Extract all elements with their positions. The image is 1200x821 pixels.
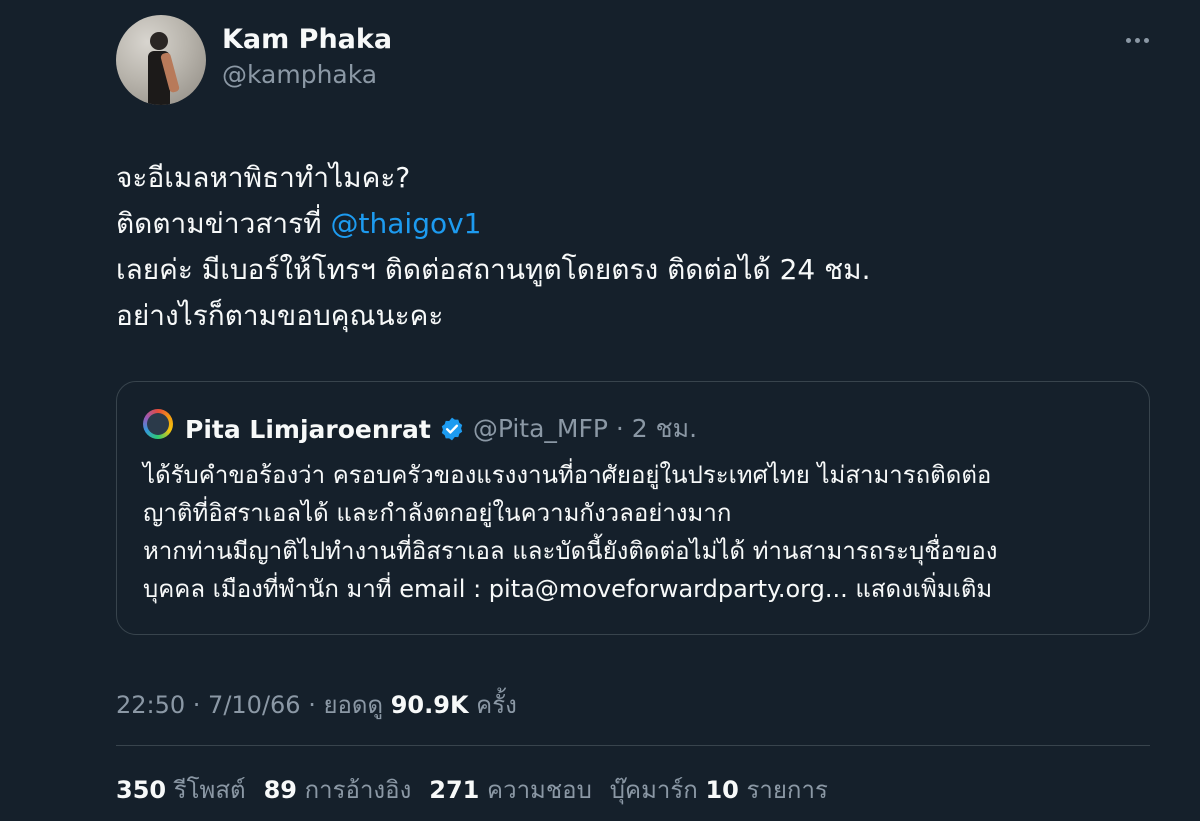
likes-stat[interactable]: 271 ความชอบ [429,770,592,809]
tweet-line: จะอีเมลหาพิธาทำไมคะ? [116,161,411,194]
quotes-stat[interactable]: 89 การอ้างอิง [264,770,412,809]
tweet-line: ติดตามข่าวสารที่ @thaigov1 [116,201,1136,247]
tweet-line: เลยค่ะ มีเบอร์ให้โทรฯ ติดต่อสถานทูตโดยตร… [116,253,871,286]
likes-label: ความชอบ [487,776,592,804]
reposts-label: รีโพสต์ [173,776,246,804]
quotes-label: การอ้างอิง [304,776,412,804]
quoted-tweet-meta: @Pita_MFP · 2 ชม. [472,414,698,443]
quoted-tweet-line: บุคคล เมืองที่พำนัก มาที่ email : pita@m… [143,575,993,603]
quoted-tweet-header: Pita Limjaroenrat @Pita_MFP · 2 ชม. [185,409,697,449]
author-name[interactable]: Kam Phaka [222,24,392,55]
quoted-tweet-line: ได้รับคำขอร้องว่า ครอบครัวของแรงงานที่อา… [143,461,992,489]
tweet-line-text: ติดตามข่าวสารที่ [116,207,331,240]
author-handle[interactable]: @kamphaka [222,60,377,89]
quoted-tweet-card[interactable]: Pita Limjaroenrat @Pita_MFP · 2 ชม. ได้ร… [116,381,1150,635]
quoted-tweet-line: ญาติที่อิสราเอลได้ และกำลังตกอยู่ในความก… [143,499,732,527]
view-count-suffix: ครั้ง [468,691,517,719]
bookmarks-suffix: รายการ [746,776,828,804]
avatar-figure [148,32,180,105]
mention-link[interactable]: @thaigov1 [331,207,482,240]
quoted-tweet-body: ได้รับคำขอร้องว่า ครอบครัวของแรงงานที่อา… [143,456,1133,608]
quoted-tweet-line: หากท่านมีญาติไปทำงานที่อิสราเอล และบัดนี… [143,537,998,565]
engagement-stats: 350 รีโพสต์ 89 การอ้างอิง 271 ความชอบ บุ… [116,770,828,809]
bookmarks-label: บุ๊คมาร์ก [609,776,698,804]
verified-badge-icon [441,417,463,441]
reposts-count: 350 [116,776,167,804]
bookmarks-stat[interactable]: บุ๊คมาร์ก 10 รายการ [610,770,828,809]
quotes-count: 89 [263,776,297,804]
more-options-button[interactable] [1122,30,1152,50]
more-dot [1134,37,1140,43]
tweet-timestamp[interactable]: 22:50 · 7/10/66 · ยอดดู [116,691,391,719]
more-horizontal-icon [1125,37,1131,43]
tweet-metadata: 22:50 · 7/10/66 · ยอดดู 90.9K ครั้ง [116,685,517,724]
author-avatar[interactable] [116,15,206,105]
view-count: 90.9K [390,691,469,719]
quoted-author-name[interactable]: Pita Limjaroenrat [185,415,431,444]
quoted-author-avatar[interactable] [143,409,173,439]
tweet-text: จะอีเมลหาพิธาทำไมคะ? ติดตามข่าวสารที่ @t… [116,155,1136,339]
more-dot [1143,37,1149,43]
tweet-line: อย่างไรก็ตามขอบคุณนะคะ [116,299,444,332]
bookmarks-count: 10 [705,776,739,804]
likes-count: 271 [429,776,480,804]
reposts-stat[interactable]: 350 รีโพสต์ [116,770,246,809]
divider [116,745,1150,746]
